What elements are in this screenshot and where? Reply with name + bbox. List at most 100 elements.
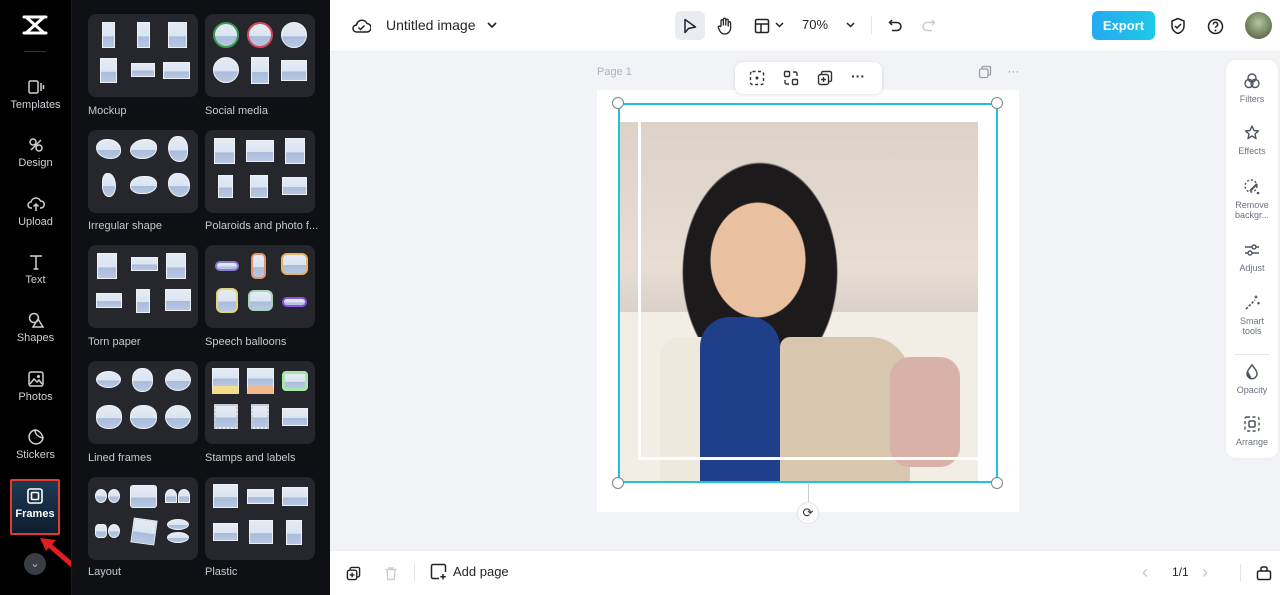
rail-item-shapes[interactable]: Shapes xyxy=(0,311,71,361)
redo-icon xyxy=(921,18,936,31)
frame-category-label: Speech balloons xyxy=(205,336,287,348)
capcut-logo-icon[interactable] xyxy=(22,14,48,36)
upload-icon xyxy=(26,197,45,211)
zoom-chevron-down-icon[interactable] xyxy=(844,19,856,31)
rail-item-templates[interactable]: Templates xyxy=(0,78,71,128)
rail-item-frames[interactable]: Frames xyxy=(10,479,60,535)
duplicate-page-icon[interactable] xyxy=(978,65,992,79)
rail-item-text[interactable]: Text xyxy=(0,253,71,303)
page-more-button[interactable]: ··· xyxy=(1007,64,1019,78)
frame-category-label: Irregular shape xyxy=(88,220,162,232)
rail-item-stickers[interactable]: Stickers xyxy=(0,428,71,478)
trash-icon xyxy=(385,566,397,580)
collapse-pages-button[interactable] xyxy=(1254,563,1274,583)
tool-effects[interactable]: Effects xyxy=(1226,124,1278,156)
hand-tool-button[interactable] xyxy=(712,13,738,39)
resize-handle-bottom-right[interactable] xyxy=(991,477,1003,489)
frame-category-label: Lined frames xyxy=(88,452,152,464)
templates-icon xyxy=(27,80,44,94)
rail-item-label: Frames xyxy=(15,508,55,520)
tool-opacity[interactable]: Opacity xyxy=(1226,363,1278,395)
frame-category-speech-balloons[interactable] xyxy=(205,245,315,328)
layout-icon xyxy=(754,18,770,34)
pointer-icon xyxy=(684,18,697,33)
rail-item-upload[interactable]: Upload xyxy=(0,195,71,245)
design-icon xyxy=(28,138,43,152)
opacity-icon xyxy=(1246,363,1258,380)
tool-remove-background[interactable]: Remove backgr... xyxy=(1226,178,1278,220)
frame-category-social-media[interactable] xyxy=(205,14,315,97)
shield-check-icon[interactable] xyxy=(1167,15,1189,37)
delete-page-button[interactable] xyxy=(382,564,400,582)
shapes-icon xyxy=(28,312,44,328)
right-tool-panel: Filters Effects Remove backgr... Adjust … xyxy=(1226,60,1278,458)
replace-icon[interactable] xyxy=(783,70,799,86)
frame-category-stamps-labels[interactable] xyxy=(205,361,315,444)
page-label: Page 1 xyxy=(597,66,632,78)
duplicate-page-button[interactable] xyxy=(344,564,362,582)
layout-chevron-down-icon[interactable] xyxy=(773,19,785,31)
resize-handle-top-right[interactable] xyxy=(991,97,1003,109)
help-icon[interactable] xyxy=(1204,15,1226,37)
redo-button[interactable] xyxy=(917,14,939,36)
stickers-icon xyxy=(27,429,44,445)
frame-category-label: Mockup xyxy=(88,105,127,117)
zoom-level[interactable]: 70% xyxy=(802,17,828,32)
hand-icon xyxy=(717,17,732,35)
duplicate-icon[interactable] xyxy=(817,70,833,86)
adjust-icon xyxy=(1245,244,1259,256)
title-chevron-down-icon[interactable] xyxy=(485,18,499,32)
tool-smart-tools[interactable]: Smart tools xyxy=(1226,294,1278,336)
selection-box[interactable] xyxy=(618,103,998,483)
rail-item-label: Photos xyxy=(18,391,53,403)
app-root: Templates Design Upload Text Shapes Phot… xyxy=(0,0,1280,595)
rail-item-label: Upload xyxy=(18,216,53,228)
frame-category-label: Polaroids and photo f... xyxy=(205,220,319,232)
tool-adjust[interactable]: Adjust xyxy=(1226,241,1278,273)
tool-arrange[interactable]: Arrange xyxy=(1226,415,1278,447)
resize-handle-bottom-left[interactable] xyxy=(612,477,624,489)
duplicate-icon xyxy=(346,566,360,580)
frame-category-label: Social media xyxy=(205,105,268,117)
add-page-icon xyxy=(430,563,447,580)
frame-category-polaroids[interactable] xyxy=(205,130,315,213)
rail-item-photos[interactable]: Photos xyxy=(0,370,71,420)
filters-icon xyxy=(1244,73,1260,89)
rail-item-design[interactable]: Design xyxy=(0,136,71,186)
frame-category-mockup[interactable] xyxy=(88,14,198,97)
cloud-save-icon[interactable] xyxy=(350,15,372,37)
frame-category-layout[interactable] xyxy=(88,477,198,560)
rail-item-label: Text xyxy=(25,274,46,286)
next-page-button[interactable]: › xyxy=(1202,562,1208,583)
bottom-divider xyxy=(414,564,415,582)
export-button[interactable]: Export xyxy=(1092,11,1155,40)
frames-panel: Mockup Social media Irregular shape Pola… xyxy=(71,0,330,595)
more-options-icon[interactable]: ··· xyxy=(851,69,867,87)
prev-page-button[interactable]: ‹ xyxy=(1142,562,1148,583)
crop-face-icon[interactable] xyxy=(749,70,765,86)
frame-category-plastic[interactable] xyxy=(205,477,315,560)
rail-item-label: Shapes xyxy=(16,332,55,344)
rail-item-label: Design xyxy=(18,157,53,169)
rail-more-button[interactable]: ⌄ xyxy=(24,553,46,575)
resize-handle-top-left[interactable] xyxy=(612,97,624,109)
undo-button[interactable] xyxy=(884,14,906,36)
select-tool-button[interactable] xyxy=(675,11,705,40)
rotate-handle[interactable]: ⟳ xyxy=(797,502,819,524)
add-page-button[interactable]: Add page xyxy=(430,563,509,580)
rail-divider xyxy=(24,51,46,52)
user-avatar[interactable] xyxy=(1245,12,1272,39)
arrange-icon xyxy=(1244,416,1260,432)
frame-category-torn-paper[interactable] xyxy=(88,245,198,328)
undo-icon xyxy=(887,18,902,31)
rail-item-label: Templates xyxy=(10,99,61,111)
frame-category-irregular-shape[interactable] xyxy=(88,130,198,213)
layout-button[interactable] xyxy=(750,14,774,38)
element-floating-toolbar: ··· xyxy=(735,62,882,94)
tool-filters[interactable]: Filters xyxy=(1226,72,1278,104)
document-title[interactable]: Untitled image xyxy=(386,17,476,33)
frame-category-lined-frames[interactable] xyxy=(88,361,198,444)
magic-wand-icon xyxy=(1245,295,1260,310)
bottom-bar: Add page ‹ 1/1 › xyxy=(330,550,1280,595)
remove-background-icon xyxy=(1244,179,1260,195)
